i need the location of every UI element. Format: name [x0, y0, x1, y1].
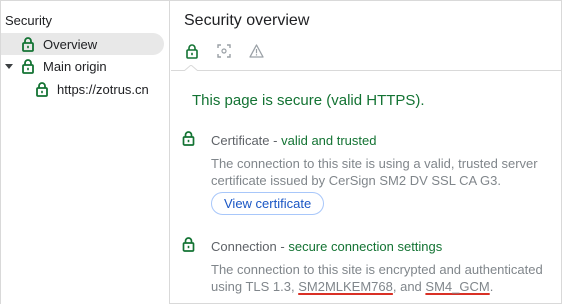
- connection-section-title: Connection - secure connection settings: [211, 239, 442, 254]
- tab-lock[interactable]: [184, 42, 200, 60]
- certificate-description: The connection to this site is using a v…: [211, 156, 538, 188]
- lock-icon: [35, 81, 49, 97]
- security-status-heading: This page is secure (valid HTTPS).: [192, 92, 425, 109]
- warning-icon: [248, 44, 264, 58]
- lock-icon: [21, 36, 35, 52]
- sidebar-item-main-origin[interactable]: Main origin: [1, 55, 164, 77]
- view-certificate-button[interactable]: View certificate: [211, 192, 325, 215]
- certificate-section-title: Certificate - valid and trusted: [211, 133, 377, 148]
- sidebar-item-label: Main origin: [43, 58, 107, 74]
- sidebar-title: Security: [5, 13, 52, 28]
- lock-icon: [186, 43, 198, 59]
- cipher-value: SM4_GCM: [425, 279, 490, 294]
- tab-selection-notch: [184, 65, 198, 71]
- lock-icon: [21, 58, 35, 74]
- page-title: Security overview: [184, 12, 310, 29]
- connection-joiner: , and: [392, 279, 426, 294]
- lock-icon: [182, 131, 195, 146]
- key-exchange-value: SM2MLKEM768: [298, 279, 393, 294]
- chevron-down-icon[interactable]: [5, 63, 13, 69]
- sidebar-item-label: https://zotrus.cn: [57, 81, 149, 97]
- sidebar-item-overview[interactable]: Overview: [1, 33, 164, 55]
- certificate-status: valid and trusted: [281, 133, 377, 148]
- security-sidebar: Security Overview Main origin https://zo…: [1, 1, 170, 304]
- security-overview-main: Security overview This page is secure (v…: [171, 1, 562, 304]
- connection-status: secure connection settings: [288, 239, 443, 254]
- sidebar-item-origin-zotrus[interactable]: https://zotrus.cn: [1, 78, 164, 100]
- screenshot-frame-icon: [217, 44, 231, 58]
- certificate-label: Certificate: [211, 133, 270, 148]
- connection-suffix: .: [489, 279, 494, 294]
- lock-icon: [182, 237, 195, 252]
- overview-tabs: [184, 42, 264, 60]
- tab-divider: [171, 70, 562, 71]
- devtools-security-panel: Security Overview Main origin https://zo…: [0, 0, 562, 304]
- title-separator: -: [276, 239, 289, 254]
- title-separator: -: [269, 133, 282, 148]
- connection-description: The connection to this site is encrypted…: [211, 261, 556, 295]
- connection-label: Connection: [211, 239, 277, 254]
- sidebar-item-label: Overview: [43, 36, 98, 52]
- tab-info[interactable]: [216, 42, 232, 60]
- tab-warning[interactable]: [248, 42, 264, 60]
